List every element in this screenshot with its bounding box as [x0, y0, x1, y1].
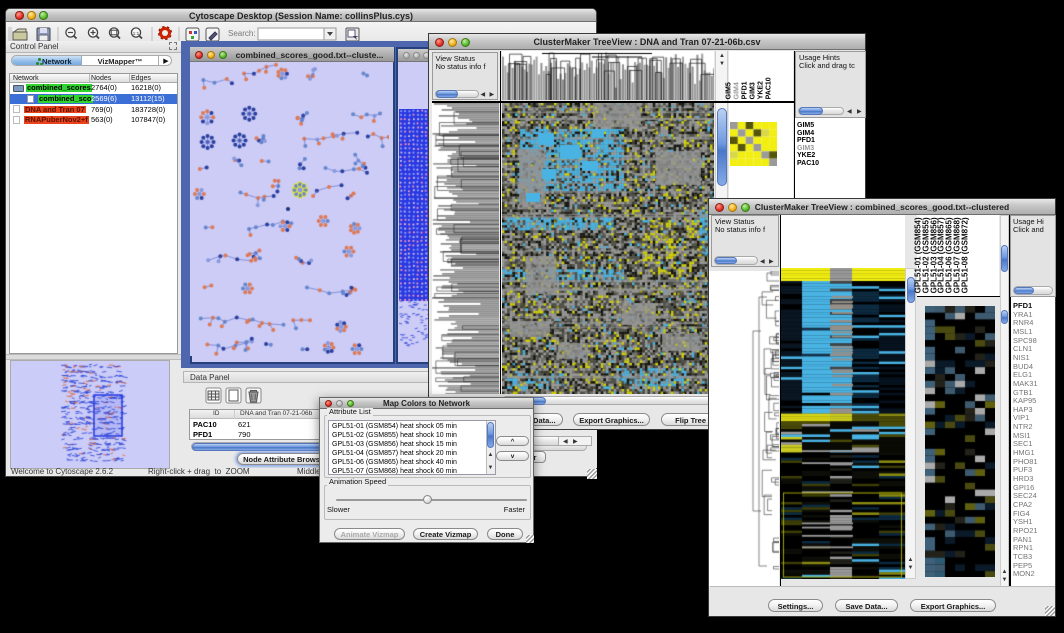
svg-text:Search:: Search: — [228, 29, 256, 38]
svg-text:1:1: 1:1 — [133, 31, 140, 36]
